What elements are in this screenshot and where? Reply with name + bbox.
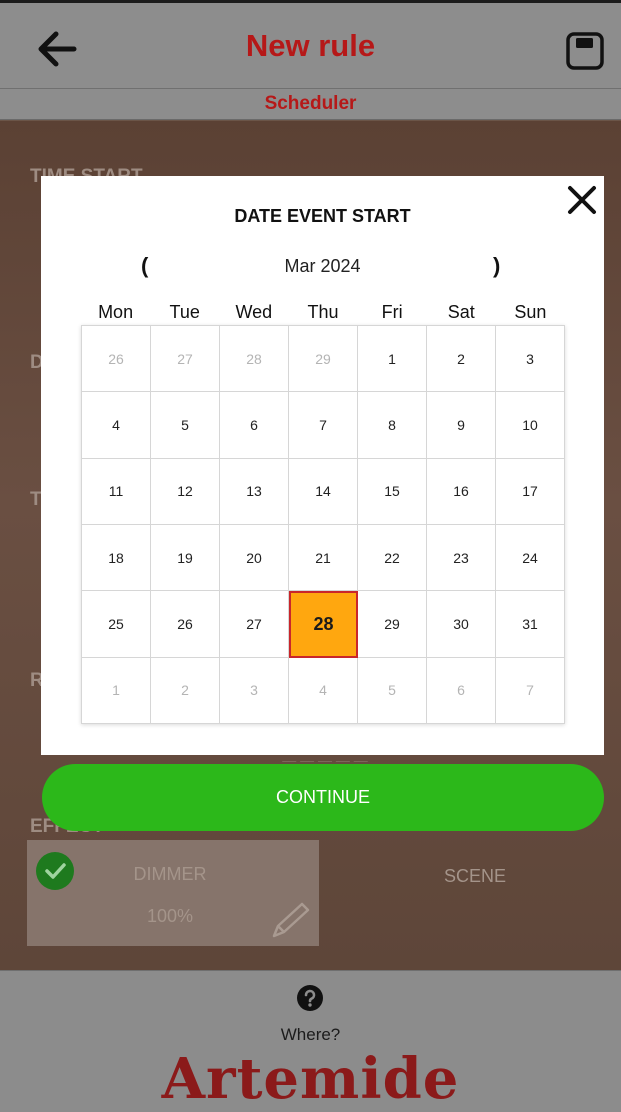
day-cell[interactable]: 2: [427, 326, 496, 393]
day-cell[interactable]: 3: [496, 326, 565, 393]
weekday-label: Mon: [98, 302, 134, 322]
weekday-label: Wed: [235, 302, 273, 322]
day-cell[interactable]: 18: [82, 525, 151, 592]
day-cell[interactable]: 13: [220, 458, 289, 525]
footer: Where? Artemide: [0, 970, 621, 1112]
weekday-label: Thu: [307, 302, 339, 322]
floppy-disk-icon[interactable]: [563, 29, 607, 73]
day-cell[interactable]: 11: [82, 458, 151, 525]
adjacent-month-day-cell[interactable]: 3: [220, 657, 289, 724]
weekday-label: Fri: [381, 302, 403, 322]
adjacent-month-day-cell[interactable]: 2: [151, 657, 220, 724]
day-cell[interactable]: 21: [289, 525, 358, 592]
adjacent-month-day-cell[interactable]: 28: [220, 326, 289, 393]
scene-option[interactable]: SCENE: [420, 866, 530, 887]
weekday-label: Sat: [447, 302, 475, 322]
adjacent-month-day-cell[interactable]: 29: [289, 326, 358, 393]
day-cell[interactable]: 9: [427, 392, 496, 459]
check-icon: [36, 852, 74, 890]
next-month-button[interactable]: ): [493, 254, 500, 278]
day-cell[interactable]: 1: [358, 326, 427, 393]
adjacent-month-day-cell[interactable]: 6: [427, 657, 496, 724]
dimmer-card-title: DIMMER: [133, 864, 207, 884]
weekday-label: Sun: [514, 302, 547, 322]
adjacent-month-day-cell[interactable]: 5: [358, 657, 427, 724]
day-cell[interactable]: 20: [220, 525, 289, 592]
continue-button[interactable]: CONTINUE: [42, 764, 604, 831]
date-picker-modal: DATE EVENT START ( Mar 2024 ) Mon Tue Wed T…: [41, 176, 604, 755]
day-cell[interactable]: 29: [358, 591, 427, 658]
day-cell[interactable]: 25: [82, 591, 151, 658]
month-label: Mar 2024: [284, 256, 361, 276]
day-cell[interactable]: 17: [496, 458, 565, 525]
calendar-grid: 26 27 28 29 1 2 3 4 5 6 7 8 9 10 11 12 13 14 15 16 17 18 19 20 2…: [81, 325, 565, 724]
day-cell[interactable]: 14: [289, 458, 358, 525]
adjacent-month-day-cell[interactable]: 4: [289, 657, 358, 724]
subtitle-bar: Scheduler: [0, 88, 621, 120]
page-subtitle: Scheduler: [264, 93, 357, 114]
time-label: T: [30, 489, 42, 510]
weekday-header: Mon Tue Wed Thu Fri Sat Sun: [81, 302, 565, 324]
adjacent-month-day-cell[interactable]: 26: [82, 326, 151, 393]
page-title: New rule: [245, 28, 376, 63]
day-cell[interactable]: 7: [289, 392, 358, 459]
day-cell[interactable]: 4: [82, 392, 151, 459]
weekday-label: Tue: [169, 302, 200, 322]
header-bar: New rule: [0, 0, 621, 88]
day-cell[interactable]: 10: [496, 392, 565, 459]
day-cell[interactable]: 8: [358, 392, 427, 459]
where-label[interactable]: Where?: [0, 1025, 621, 1045]
adjacent-month-day-cell[interactable]: 7: [496, 657, 565, 724]
day-cell[interactable]: 12: [151, 458, 220, 525]
brand-logo: Artemide: [161, 1046, 460, 1112]
modal-title: DATE EVENT START: [234, 206, 411, 226]
day-cell[interactable]: 23: [427, 525, 496, 592]
day-cell[interactable]: 6: [220, 392, 289, 459]
day-cell[interactable]: 31: [496, 591, 565, 658]
adjacent-month-day-cell[interactable]: 27: [151, 326, 220, 393]
day-cell[interactable]: 19: [151, 525, 220, 592]
day-cell[interactable]: 30: [427, 591, 496, 658]
dimmer-card-value: 100%: [146, 906, 194, 926]
day-cell[interactable]: 5: [151, 392, 220, 459]
day-cell[interactable]: 27: [220, 591, 289, 658]
day-cell[interactable]: 22: [358, 525, 427, 592]
selected-day-cell[interactable]: 28: [289, 591, 358, 658]
day-cell[interactable]: 26: [151, 591, 220, 658]
day-cell[interactable]: 24: [496, 525, 565, 592]
question-circle-icon[interactable]: [296, 984, 324, 1012]
day-cell[interactable]: 15: [358, 458, 427, 525]
pencil-icon[interactable]: [268, 900, 314, 940]
day-cell[interactable]: 16: [427, 458, 496, 525]
adjacent-month-day-cell[interactable]: 1: [82, 657, 151, 724]
